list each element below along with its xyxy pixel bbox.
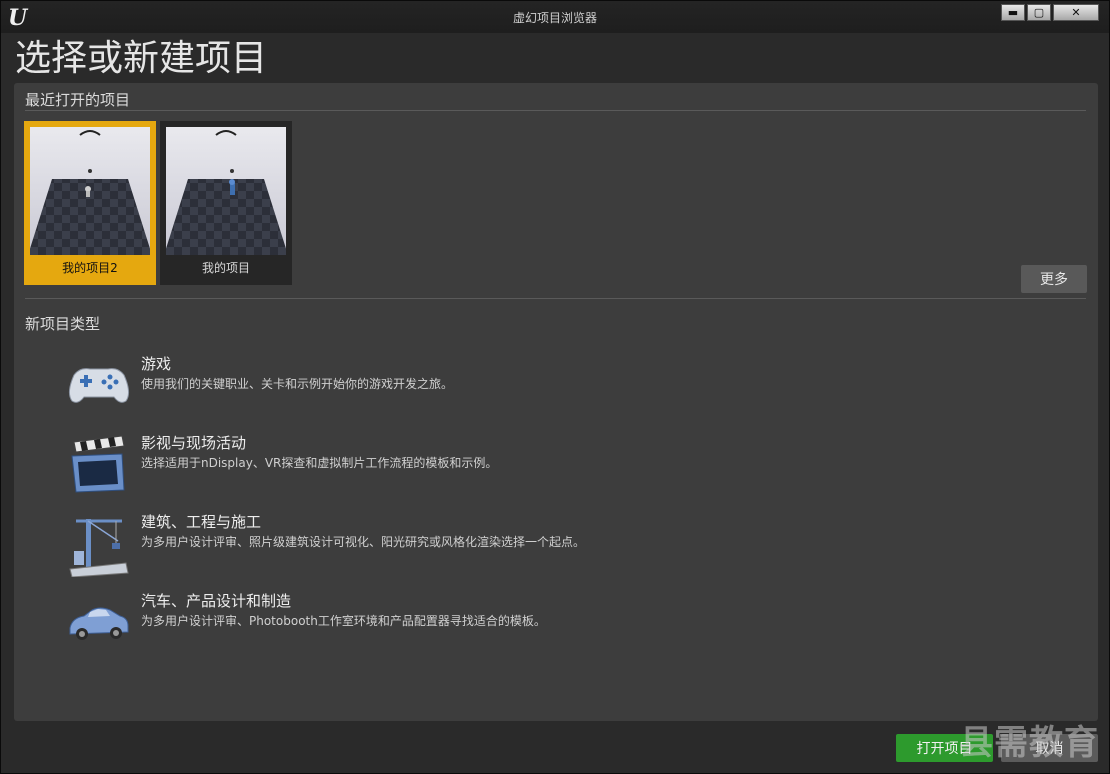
category-automotive[interactable]: 汽车、产品设计和制造 为多用户设计评审、Photobooth工作室环境和产品配置… bbox=[64, 590, 1044, 662]
category-description: 为多用户设计评审、Photobooth工作室环境和产品配置器寻找适合的模板。 bbox=[141, 614, 546, 628]
category-title: 汽车、产品设计和制造 bbox=[141, 592, 292, 610]
category-description: 为多用户设计评审、照片级建筑设计可视化、阳光研究或风格化渲染选择一个起点。 bbox=[141, 535, 586, 549]
minimize-button[interactable]: ▬ bbox=[1001, 4, 1025, 21]
main-panel: 最近打开的项目 我的项目2 我的项目 更多 新项目类型 游戏 使用我们的关键职业… bbox=[14, 83, 1098, 721]
recent-project-thumbnail[interactable]: 我的项目2 bbox=[24, 121, 156, 285]
new-project-types-label: 新项目类型 bbox=[25, 315, 101, 333]
maximize-button[interactable]: ▢ bbox=[1027, 4, 1051, 21]
category-title: 建筑、工程与施工 bbox=[141, 513, 262, 531]
recent-divider bbox=[25, 110, 1086, 111]
project-preview-image bbox=[30, 127, 150, 255]
crane-icon bbox=[69, 519, 129, 577]
category-games[interactable]: 游戏 使用我们的关键职业、关卡和示例开始你的游戏开发之旅。 bbox=[64, 353, 1044, 425]
gamepad-icon bbox=[68, 368, 130, 403]
watermark: 县需教育 bbox=[959, 723, 1099, 763]
more-button[interactable]: 更多 bbox=[1021, 265, 1087, 293]
window-controls: ▬ ▢ ✕ bbox=[1001, 4, 1099, 21]
recent-projects-label: 最近打开的项目 bbox=[25, 91, 131, 109]
project-preview-image bbox=[166, 127, 286, 255]
category-title: 影视与现场活动 bbox=[141, 434, 247, 452]
category-architecture[interactable]: 建筑、工程与施工 为多用户设计评审、照片级建筑设计可视化、阳光研究或风格化渲染选… bbox=[64, 511, 1044, 583]
clapperboard-icon bbox=[71, 435, 125, 493]
close-button[interactable]: ✕ bbox=[1053, 4, 1099, 21]
page-title: 选择或新建项目 bbox=[15, 38, 268, 79]
car-icon bbox=[69, 607, 129, 640]
category-title: 游戏 bbox=[141, 355, 172, 373]
project-browser-window: U 虚幻项目浏览器 ▬ ▢ ✕ 选择或新建项目 最近打开的项目 我的项目2 我的… bbox=[0, 0, 1110, 774]
recent-project-thumbnail[interactable]: 我的项目 bbox=[160, 121, 292, 285]
category-description: 选择适用于nDisplay、VR探查和虚拟制片工作流程的模板和示例。 bbox=[141, 456, 498, 470]
category-description: 使用我们的关键职业、关卡和示例开始你的游戏开发之旅。 bbox=[141, 377, 454, 391]
project-name: 我的项目2 bbox=[62, 261, 118, 275]
title-bar[interactable]: U 虚幻项目浏览器 ▬ ▢ ✕ bbox=[1, 1, 1109, 33]
project-name: 我的项目 bbox=[201, 261, 250, 275]
window-title: 虚幻项目浏览器 bbox=[512, 11, 597, 25]
category-film-live-events[interactable]: 影视与现场活动 选择适用于nDisplay、VR探查和虚拟制片工作流程的模板和示… bbox=[64, 432, 1044, 504]
new-project-divider bbox=[25, 298, 1086, 299]
